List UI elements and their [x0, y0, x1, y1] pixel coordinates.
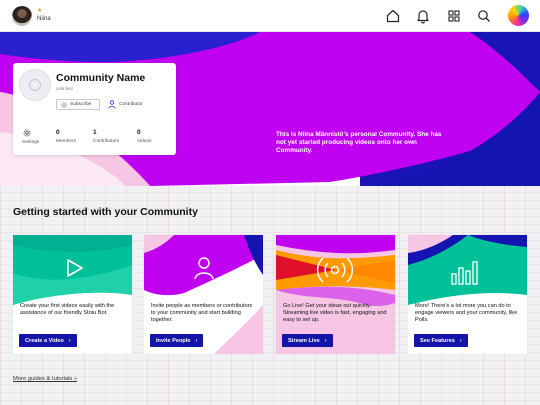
- user-avatar[interactable]: [12, 6, 32, 26]
- settings-link[interactable]: Settings: [22, 129, 39, 145]
- section-title: Getting started with your Community: [13, 206, 198, 218]
- live-broadcast-icon: [316, 257, 354, 283]
- star-icon: ★: [37, 8, 43, 14]
- contributor-role[interactable]: Contributor: [108, 99, 143, 110]
- button-label: Create a Video: [25, 337, 64, 344]
- community-avatar[interactable]: [19, 69, 51, 101]
- subscribe-label: Subscribe: [70, 102, 92, 107]
- tile-stream-live: Go Live! Get your ideas out quickly. Str…: [276, 235, 395, 354]
- search-icon[interactable]: [476, 8, 492, 24]
- stat-videos: 0 Videos: [137, 129, 152, 144]
- see-features-button[interactable]: See Features ›: [414, 334, 468, 347]
- gear-icon: [23, 129, 31, 137]
- contributor-label: Contributor: [119, 102, 143, 107]
- stat-value: 0: [137, 129, 141, 136]
- chevron-right-icon: ›: [68, 337, 71, 344]
- chevron-right-icon: ›: [195, 337, 198, 344]
- tile-invite-people: Invite people as members or contributors…: [144, 235, 263, 354]
- image-placeholder-icon: [29, 79, 41, 91]
- top-bar: ★ Niina: [0, 0, 540, 32]
- stat-value: 0: [56, 129, 60, 136]
- person-icon: [194, 257, 214, 280]
- stat-label: Videos: [137, 139, 152, 144]
- button-label: See Features: [420, 337, 455, 344]
- tile-text: Go Live! Get your ideas out quickly. Str…: [283, 303, 387, 324]
- community-name: Community Name: [56, 72, 146, 84]
- stat-value: 1: [93, 129, 97, 136]
- invite-people-button[interactable]: Invite People ›: [150, 334, 204, 347]
- stat-members: 0 Members: [56, 129, 76, 144]
- person-icon: [108, 100, 116, 109]
- community-card: Community Name Link text Subscribe Contr…: [13, 63, 176, 155]
- user-info[interactable]: ★ Niina: [37, 7, 51, 23]
- brand-logo[interactable]: [508, 5, 529, 26]
- grid-icon[interactable]: [446, 8, 462, 24]
- tile-create-video: Create your first videos easily with the…: [13, 235, 132, 354]
- page: ★ Niina This is Niina Männistö's persona…: [0, 0, 540, 405]
- community-stats: Settings 0 Members 1 Contributors 0 Vide…: [13, 129, 176, 151]
- chevron-right-icon: ›: [324, 337, 327, 344]
- stat-contributors: 1 Contributors: [93, 129, 119, 144]
- button-label: Invite People: [156, 337, 191, 344]
- stat-label: Members: [56, 139, 76, 144]
- home-icon[interactable]: [385, 8, 401, 24]
- chevron-right-icon: ›: [459, 337, 462, 344]
- button-label: Stream Live: [288, 337, 320, 344]
- settings-label: Settings: [22, 140, 40, 145]
- tile-text: Create your first videos easily with the…: [20, 303, 115, 317]
- hero-description: This is Niina Männistö's personal Commun…: [276, 131, 442, 154]
- stat-label: Contributors: [93, 139, 120, 144]
- bar-chart-icon: [451, 261, 478, 285]
- play-icon: [67, 259, 83, 277]
- tile-text: More! There's a lot more you can do to e…: [415, 303, 518, 324]
- user-name: Niina: [37, 16, 51, 22]
- more-guides-link[interactable]: More guides & tutorials »: [13, 376, 77, 382]
- tile-see-features: More! There's a lot more you can do to e…: [408, 235, 527, 354]
- subscribe-button[interactable]: Subscribe: [56, 99, 100, 110]
- community-link[interactable]: Link text: [56, 86, 73, 91]
- subscribe-icon: [61, 101, 67, 108]
- bell-icon[interactable]: [415, 8, 431, 24]
- tile-text: Invite people as members or contributors…: [151, 303, 253, 324]
- stream-live-button[interactable]: Stream Live ›: [282, 334, 333, 347]
- create-video-button[interactable]: Create a Video ›: [19, 334, 77, 347]
